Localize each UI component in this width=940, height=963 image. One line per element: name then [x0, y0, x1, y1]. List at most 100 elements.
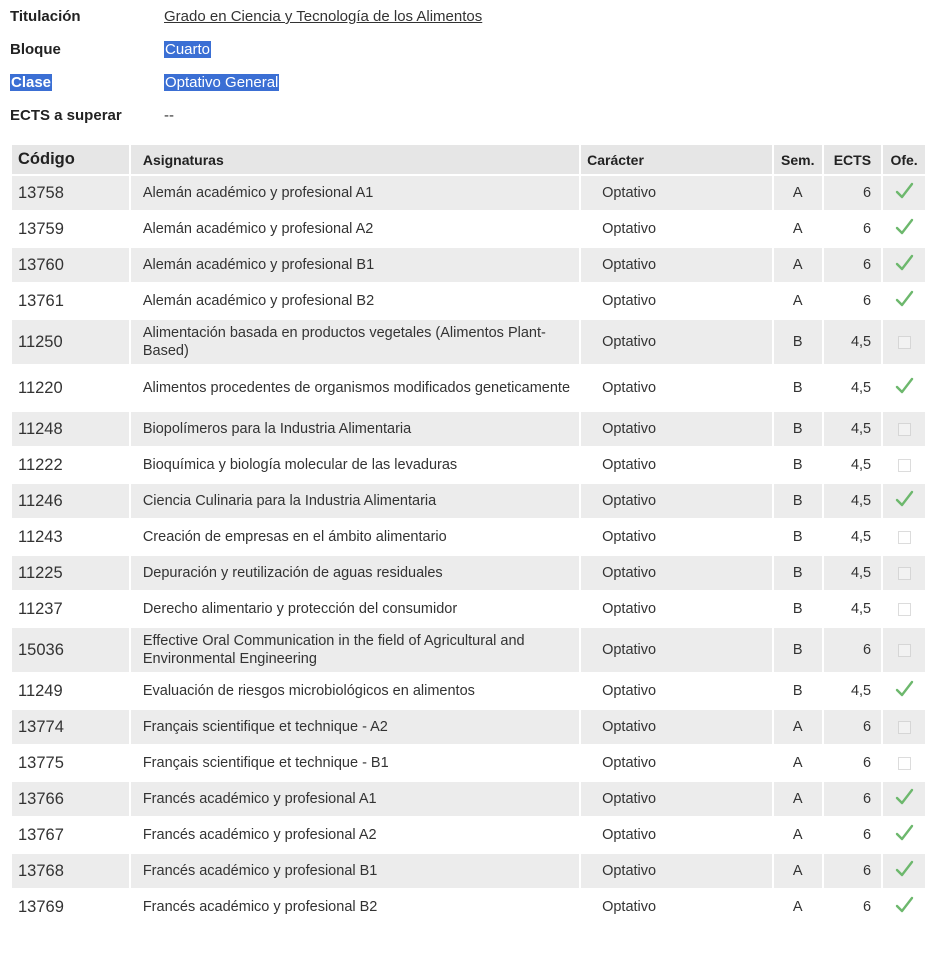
checkmark-icon	[894, 895, 914, 915]
course-ects: 4,5	[823, 590, 884, 626]
header-sem[interactable]: Sem.	[773, 145, 824, 174]
course-offered-cell	[883, 446, 925, 482]
checkmark-icon	[894, 823, 914, 843]
ects-value: --	[164, 107, 174, 124]
course-name[interactable]: Evaluación de riesgos microbiológicos en…	[130, 672, 582, 708]
table-row[interactable]: 11225 Depuración y reutilización de aguas…	[12, 554, 925, 590]
table-row[interactable]: 15036 Effective Oral Communication in the…	[12, 626, 925, 672]
course-offered-cell	[883, 174, 925, 210]
course-ects: 6	[823, 282, 884, 318]
course-ects: 6	[823, 816, 884, 852]
course-offered-cell	[883, 482, 925, 518]
course-caracter: Optativo	[581, 708, 774, 744]
course-caracter: Optativo	[581, 590, 774, 626]
unchecked-box-icon	[897, 530, 911, 544]
course-caracter: Optativo	[581, 518, 774, 554]
course-semester: B	[773, 672, 824, 708]
course-name[interactable]: Alemán académico y profesional B2	[130, 282, 582, 318]
course-name[interactable]: Alimentación basada en productos vegetal…	[130, 318, 582, 364]
course-name[interactable]: Alemán académico y profesional B1	[130, 246, 582, 282]
course-ects: 6	[823, 210, 884, 246]
checkmark-icon	[894, 289, 914, 309]
clase-value: Optativo General	[164, 74, 280, 91]
table-row[interactable]: 13766 Francés académico y profesional A1 O…	[12, 780, 925, 816]
course-code: 11246	[12, 482, 131, 518]
course-ects: 6	[823, 246, 884, 282]
course-caracter: Optativo	[581, 852, 774, 888]
table-row[interactable]: 11220 Alimentos procedentes de organismos…	[12, 364, 925, 410]
bloque-value: Cuarto	[164, 41, 212, 58]
table-row[interactable]: 11243 Creación de empresas en el ámbito a…	[12, 518, 925, 554]
course-name[interactable]: Creación de empresas en el ámbito alimen…	[130, 518, 582, 554]
info-row-titulacion: Titulación Grado en Ciencia y Tecnología…	[10, 0, 482, 33]
header-ofe[interactable]: Ofe.	[883, 145, 925, 174]
table-row[interactable]: 13769 Francés académico y profesional B2 O…	[12, 888, 925, 924]
course-name[interactable]: Bioquímica y biología molecular de las l…	[130, 446, 582, 482]
unchecked-box-icon	[897, 756, 911, 770]
course-code: 13775	[12, 744, 131, 780]
course-name[interactable]: Français scientifique et technique - B1	[130, 744, 582, 780]
course-offered-cell	[883, 210, 925, 246]
course-ects: 4,5	[823, 554, 884, 590]
course-name[interactable]: Ciencia Culinaria para la Industria Alim…	[130, 482, 582, 518]
course-name[interactable]: Francés académico y profesional A2	[130, 816, 582, 852]
course-name[interactable]: Francés académico y profesional B1	[130, 852, 582, 888]
course-semester: B	[773, 318, 824, 364]
course-name[interactable]: Francés académico y profesional B2	[130, 888, 582, 924]
clase-label: Clase	[10, 74, 53, 91]
course-semester: A	[773, 174, 824, 210]
table-row[interactable]: 11222 Bioquímica y biología molecular de …	[12, 446, 925, 482]
course-semester: A	[773, 852, 824, 888]
table-row[interactable]: 13768 Francés académico y profesional B1 O…	[12, 852, 925, 888]
course-code: 11237	[12, 590, 131, 626]
course-name[interactable]: Effective Oral Communication in the fiel…	[130, 626, 582, 672]
titulacion-label: Titulación	[10, 8, 81, 25]
course-ects: 4,5	[823, 446, 884, 482]
course-code: 11243	[12, 518, 131, 554]
header-ects[interactable]: ECTS	[823, 145, 884, 174]
course-name[interactable]: Francés académico y profesional A1	[130, 780, 582, 816]
course-semester: B	[773, 518, 824, 554]
course-code: 13774	[12, 708, 131, 744]
course-code: 13758	[12, 174, 131, 210]
table-row[interactable]: 11249 Evaluación de riesgos microbiológic…	[12, 672, 925, 708]
course-offered-cell	[883, 282, 925, 318]
course-caracter: Optativo	[581, 626, 774, 672]
course-code: 13766	[12, 780, 131, 816]
table-row[interactable]: 13774 Français scientifique et technique …	[12, 708, 925, 744]
courses-table: Código Asignaturas Carácter Sem. ECTS Of…	[12, 145, 925, 924]
course-semester: B	[773, 554, 824, 590]
table-row[interactable]: 13759 Alemán académico y profesional A2 Op…	[12, 210, 925, 246]
course-offered-cell	[883, 744, 925, 780]
course-offered-cell	[883, 780, 925, 816]
course-name[interactable]: Alemán académico y profesional A2	[130, 210, 582, 246]
course-semester: B	[773, 446, 824, 482]
table-row[interactable]: 11246 Ciencia Culinaria para la Industria…	[12, 482, 925, 518]
course-name[interactable]: Derecho alimentario y protección del con…	[130, 590, 582, 626]
info-row-clase: Clase Optativo General	[10, 66, 482, 99]
header-asignaturas[interactable]: Asignaturas	[130, 145, 582, 174]
course-name[interactable]: Biopolímeros para la Industria Alimentar…	[130, 410, 582, 446]
course-name[interactable]: Alemán académico y profesional A1	[130, 174, 582, 210]
titulacion-link[interactable]: Grado en Ciencia y Tecnología de los Ali…	[164, 8, 482, 25]
table-row[interactable]: 11237 Derecho alimentario y protección de…	[12, 590, 925, 626]
course-caracter: Optativo	[581, 482, 774, 518]
course-code: 15036	[12, 626, 131, 672]
table-row[interactable]: 11250 Alimentación basada en productos ve…	[12, 318, 925, 364]
table-row[interactable]: 11248 Biopolímeros para la Industria Alim…	[12, 410, 925, 446]
course-name[interactable]: Depuración y reutilización de aguas resi…	[130, 554, 582, 590]
table-row[interactable]: 13767 Francés académico y profesional A2 O…	[12, 816, 925, 852]
course-offered-cell	[883, 816, 925, 852]
unchecked-box-icon	[897, 643, 911, 657]
table-row[interactable]: 13775 Français scientifique et technique …	[12, 744, 925, 780]
course-semester: A	[773, 246, 824, 282]
course-name[interactable]: Français scientifique et technique - A2	[130, 708, 582, 744]
table-row[interactable]: 13760 Alemán académico y profesional B1 Op…	[12, 246, 925, 282]
table-row[interactable]: 13758 Alemán académico y profesional A1 Op…	[12, 174, 925, 210]
header-codigo[interactable]: Código	[12, 145, 131, 174]
course-caracter: Optativo	[581, 672, 774, 708]
table-row[interactable]: 13761 Alemán académico y profesional B2 Op…	[12, 282, 925, 318]
course-name[interactable]: Alimentos procedentes de organismos modi…	[130, 364, 582, 410]
header-caracter[interactable]: Carácter	[581, 145, 774, 174]
course-ects: 4,5	[823, 518, 884, 554]
